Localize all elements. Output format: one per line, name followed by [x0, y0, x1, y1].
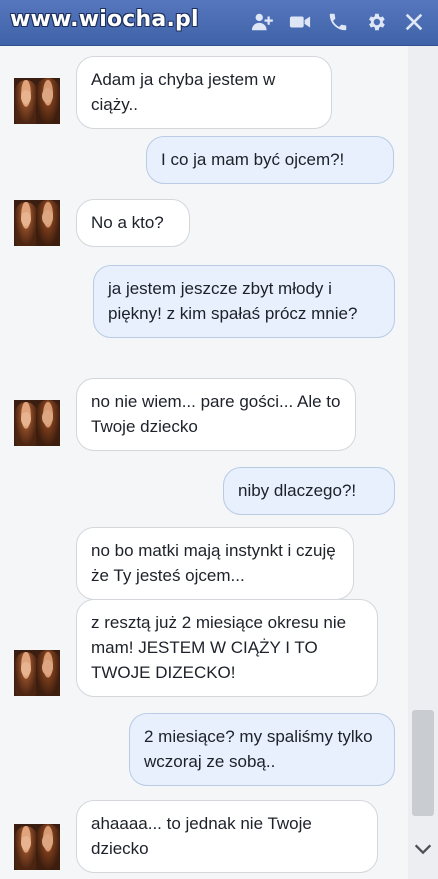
message-incoming: Adam ja chyba jestem w ciąży.. — [76, 56, 332, 129]
message-outgoing: I co ja mam być ojcem?! — [146, 136, 394, 184]
message-incoming: no nie wiem... pare gości... Ale to Twoj… — [76, 378, 356, 451]
chevron-down-icon[interactable] — [412, 838, 434, 860]
avatar[interactable] — [14, 200, 60, 246]
message-outgoing: ja jestem jeszcze zbyt młody i piękny! z… — [93, 265, 395, 338]
avatar[interactable] — [14, 650, 60, 696]
conversation[interactable]: Adam ja chyba jestem w ciąży.. I co ja m… — [0, 46, 408, 879]
message-incoming: No a kto? — [76, 199, 190, 247]
message-incoming: no bo matki mają instynkt i czuję że Ty … — [76, 527, 354, 600]
message-incoming: z resztą już 2 miesiące okresu nie mam! … — [76, 599, 378, 697]
avatar[interactable] — [14, 78, 60, 124]
header-actions — [250, 10, 426, 34]
phone-icon[interactable] — [326, 10, 350, 34]
chat-header: www.wiocha.pl — [0, 0, 438, 46]
video-call-icon[interactable] — [288, 10, 312, 34]
scrollbar-thumb[interactable] — [412, 710, 434, 816]
avatar[interactable] — [14, 400, 60, 446]
scrollbar[interactable] — [408, 46, 438, 879]
watermark: www.wiocha.pl — [10, 7, 199, 32]
message-incoming: ahaaaa... to jednak nie Twoje dziecko — [76, 800, 378, 873]
add-person-icon[interactable] — [250, 10, 274, 34]
message-outgoing: 2 miesiące? my spaliśmy tylko wczoraj ze… — [129, 713, 395, 786]
avatar[interactable] — [14, 824, 60, 870]
message-outgoing: niby dlaczego?! — [223, 467, 395, 515]
gear-icon[interactable] — [364, 10, 388, 34]
close-icon[interactable] — [402, 10, 426, 34]
